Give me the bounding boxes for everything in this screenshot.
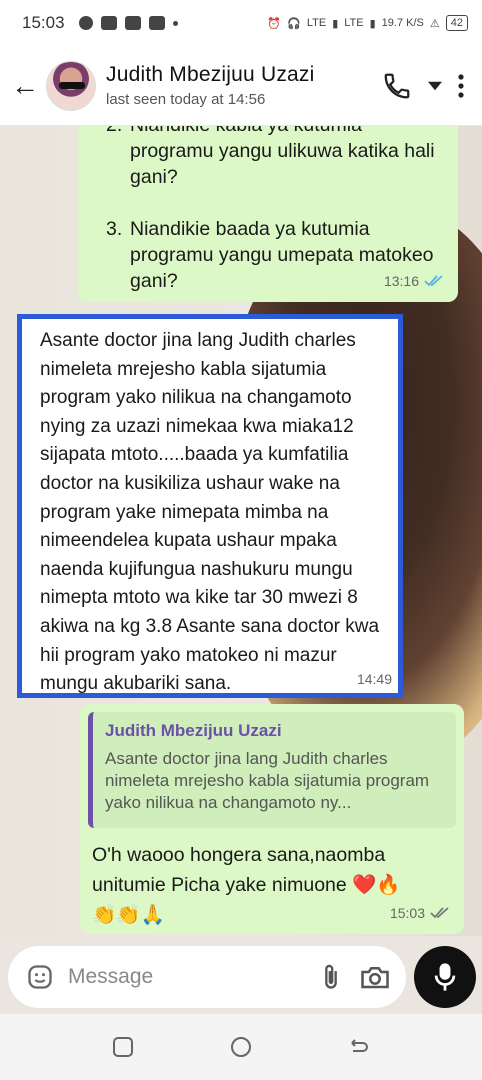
network-speed: 19.7 K/S bbox=[381, 17, 424, 29]
reply-text: O'h waooo hongera sana,naomba unitumie P… bbox=[92, 844, 386, 896]
recents-icon[interactable] bbox=[112, 1036, 134, 1058]
message-time: 15:03 bbox=[389, 905, 425, 921]
status-time: 15:03 bbox=[22, 13, 65, 32]
clap-pray-emoji: 👏👏🙏 bbox=[92, 904, 165, 926]
youtube-icon-2 bbox=[124, 16, 141, 30]
last-seen: last seen today at 14:56 bbox=[106, 91, 266, 108]
alarm-icon: ⏰ bbox=[267, 17, 282, 30]
notification-icons bbox=[78, 16, 178, 30]
sticker-icon[interactable] bbox=[26, 963, 54, 991]
headphones-icon: 🎧 bbox=[287, 17, 301, 30]
status-right: ⏰ 🎧 LTE ▮ LTE ▮ 19.7 K/S ⚠ 42 bbox=[267, 15, 468, 31]
message-time: 14:49 bbox=[356, 671, 392, 687]
message-time: 13:16 bbox=[383, 273, 419, 289]
outgoing-message[interactable]: 2. Niandikie kabla ya kutumia programu y… bbox=[78, 126, 458, 302]
home-icon[interactable] bbox=[230, 1036, 252, 1058]
quoted-text: Asante doctor jina lang Judith charles n… bbox=[105, 749, 430, 812]
battery-indicator: 42 bbox=[445, 15, 468, 31]
more-notifications-icon bbox=[172, 20, 178, 26]
message-text: Asante doctor jina lang Judith charles n… bbox=[40, 330, 380, 695]
heart-fire-emoji: ❤️🔥 bbox=[352, 874, 401, 896]
camera-icon[interactable] bbox=[360, 964, 390, 990]
message-input[interactable]: Message bbox=[68, 965, 302, 989]
signal-icon-2: ▮ bbox=[369, 17, 376, 30]
quoted-sender: Judith Mbezijuu Uzazi bbox=[105, 721, 282, 740]
quoted-message[interactable]: Judith Mbezijuu Uzazi Asante doctor jina… bbox=[88, 712, 456, 828]
back-arrow-icon[interactable]: ← bbox=[4, 70, 46, 102]
youtube-icon bbox=[100, 16, 117, 30]
chat-area[interactable]: 2. Niandikie kabla ya kutumia programu y… bbox=[0, 126, 482, 936]
mic-button[interactable] bbox=[414, 946, 476, 1008]
status-bar: 15:03 ⏰ 🎧 LTE ▮ LTE ▮ 19.7 K/S ⚠ 42 bbox=[0, 0, 482, 46]
microphone-icon bbox=[434, 963, 456, 991]
list-item: 2. Niandikie kabla ya kutumia programu y… bbox=[106, 126, 435, 188]
call-icon[interactable] bbox=[382, 71, 412, 101]
message-meta: 13:16 bbox=[384, 268, 444, 294]
chat-header: ← Judith Mbezijuu Uzazi last seen today … bbox=[0, 46, 482, 126]
avatar[interactable] bbox=[46, 60, 96, 111]
contact-info[interactable]: Judith Mbezijuu Uzazi last seen today at… bbox=[106, 63, 382, 108]
chat-notification-icon bbox=[78, 16, 93, 30]
contact-name: Judith Mbezijuu Uzazi bbox=[106, 63, 315, 86]
message-composer[interactable]: Message bbox=[8, 946, 406, 1008]
network-label-2: LTE bbox=[344, 17, 364, 29]
chevron-down-icon[interactable] bbox=[428, 79, 442, 93]
network-label: LTE bbox=[306, 17, 327, 29]
warning-icon: ⚠ bbox=[429, 17, 440, 30]
youtube-icon-3 bbox=[148, 16, 165, 30]
outgoing-reply-message[interactable]: Judith Mbezijuu Uzazi Asante doctor jina… bbox=[80, 704, 464, 934]
delivered-ticks-icon bbox=[430, 907, 449, 919]
more-options-icon[interactable] bbox=[458, 73, 464, 99]
read-ticks-icon bbox=[424, 275, 443, 287]
message-meta: 15:03 bbox=[390, 900, 450, 926]
back-icon[interactable] bbox=[348, 1036, 370, 1058]
signal-icon: ▮ bbox=[332, 17, 339, 30]
system-nav-bar bbox=[0, 1014, 482, 1080]
highlighted-incoming-message[interactable]: Asante doctor jina lang Judith charles n… bbox=[17, 314, 403, 698]
attach-icon[interactable] bbox=[320, 963, 342, 991]
